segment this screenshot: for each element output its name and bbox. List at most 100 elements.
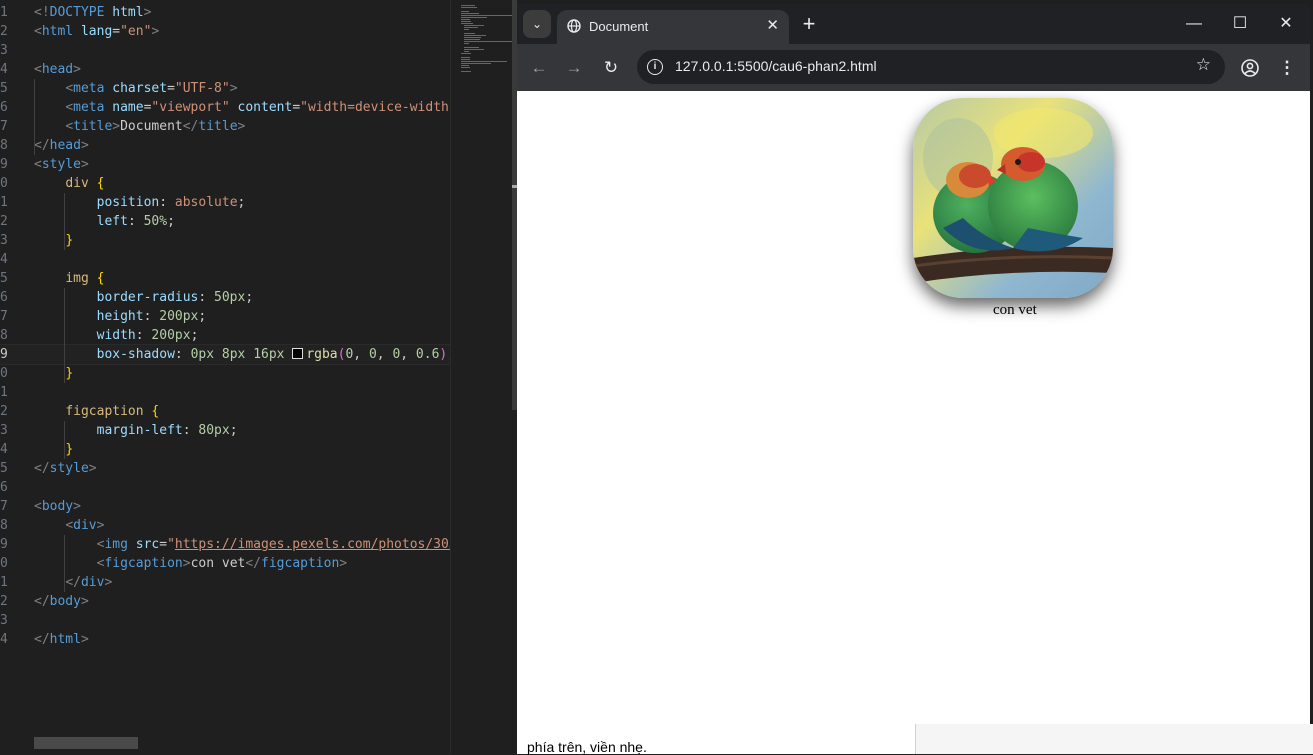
- globe-icon: [567, 19, 581, 33]
- code-editor[interactable]: 1 <!DOCTYPE html> 2 <html lang="en"> 3 4 <head…: [0, 0, 517, 754]
- code-area[interactable]: 1 <!DOCTYPE html> 2 <html lang="en"> 3 4 <head…: [0, 3, 457, 649]
- code-line[interactable]: 0 div {: [0, 174, 450, 193]
- code-line[interactable]: 2 </body>: [0, 592, 450, 611]
- code-line[interactable]: 8 <div>: [0, 516, 450, 535]
- line-number: 7: [0, 309, 8, 324]
- url-text[interactable]: 127.0.0.1:5500/cau6-phan2.html: [675, 58, 877, 74]
- reload-icon[interactable]: ↻: [597, 54, 625, 82]
- code-line[interactable]: 1 position: absolute;: [0, 193, 450, 212]
- page-viewport: con vet: [517, 91, 1310, 724]
- minimap-line: [464, 39, 480, 40]
- code-text: }: [65, 366, 74, 381]
- code-line[interactable]: 5 <meta charset="UTF-8">: [0, 79, 450, 98]
- more-vertical-icon[interactable]: ⋮: [1273, 54, 1301, 82]
- code-line[interactable]: 1: [0, 383, 450, 402]
- code-line[interactable]: 7 <body>: [0, 497, 450, 516]
- code-line[interactable]: 4: [0, 250, 450, 269]
- line-number: 0: [0, 556, 8, 571]
- minimap-line: [461, 71, 471, 72]
- maximize-icon[interactable]: ☐: [1220, 10, 1260, 38]
- line-number: 1: [0, 385, 8, 400]
- arrow-right-icon[interactable]: →: [560, 54, 588, 82]
- code-line[interactable]: 0 <figcaption>con vet</figcaption>: [0, 554, 450, 573]
- code-text: left: 50%;: [96, 214, 175, 229]
- code-line[interactable]: 9 <img src="https://images.pexels.com/ph…: [0, 535, 457, 554]
- code-line[interactable]: 3 }: [0, 231, 450, 250]
- lovebirds-image: [913, 98, 1113, 298]
- browser-window: ⌄ Document ✕ + — ☐ ✕ ← → ↻ i 127.0.0.1:5…: [517, 4, 1310, 724]
- code-line[interactable]: 4 <head>: [0, 60, 450, 79]
- code-text: <style>: [34, 157, 89, 172]
- code-line[interactable]: 1 </div>: [0, 573, 450, 592]
- code-text: width: 200px;: [96, 328, 199, 343]
- info-icon[interactable]: i: [647, 59, 663, 75]
- plus-icon[interactable]: +: [797, 12, 821, 36]
- minimap-line: [461, 67, 470, 68]
- minimap-line: [461, 61, 507, 62]
- code-line[interactable]: 5 img {: [0, 269, 450, 288]
- line-number: 4: [0, 252, 8, 267]
- line-number: 3: [0, 233, 8, 248]
- code-text: </style>: [34, 461, 97, 476]
- line-number: 3: [0, 43, 8, 58]
- figure: con vet: [913, 98, 1113, 319]
- star-icon[interactable]: ☆: [1196, 55, 1211, 75]
- minimize-icon[interactable]: —: [1174, 10, 1214, 38]
- code-line[interactable]: 7 height: 200px;: [0, 307, 450, 326]
- chevron-down-icon[interactable]: ⌄: [523, 10, 551, 38]
- minimap-line: [461, 7, 477, 8]
- code-text: <div>: [65, 518, 105, 533]
- parrot-photo: [913, 98, 1113, 298]
- line-number: 9: [0, 157, 8, 172]
- code-line[interactable]: 6 <meta name="viewport" content="width=d…: [0, 98, 457, 117]
- code-text: figcaption {: [65, 404, 160, 419]
- code-line[interactable]: 2 <html lang="en">: [0, 22, 450, 41]
- minimap-line: [464, 49, 484, 50]
- window-close-icon[interactable]: ✕: [1266, 10, 1306, 38]
- code-line[interactable]: 3: [0, 41, 450, 60]
- code-line[interactable]: 0 }: [0, 364, 450, 383]
- line-number: 3: [0, 613, 8, 628]
- code-text: <meta name="viewport" content="width=dev…: [65, 100, 457, 115]
- indent-guide: [64, 193, 65, 250]
- code-line[interactable]: 8 width: 200px;: [0, 326, 450, 345]
- code-line[interactable]: 9 <style>: [0, 155, 450, 174]
- code-line[interactable]: 3: [0, 611, 450, 630]
- code-text: <figcaption>con vet</figcaption>: [96, 556, 348, 571]
- background-document-text: phía trên, viền nhẹ.: [527, 739, 647, 755]
- code-text: </div>: [65, 575, 113, 590]
- code-line[interactable]: 4 }: [0, 440, 450, 459]
- line-number: 3: [0, 423, 8, 438]
- code-line[interactable]: 3 margin-left: 80px;: [0, 421, 450, 440]
- arrow-left-icon[interactable]: ←: [525, 54, 553, 82]
- code-line[interactable]: 1 <!DOCTYPE html>: [0, 3, 450, 22]
- address-bar[interactable]: i 127.0.0.1:5500/cau6-phan2.html ☆: [637, 50, 1225, 84]
- line-number: 2: [0, 24, 8, 39]
- indent-guide: [64, 421, 65, 459]
- browser-tab[interactable]: Document ✕: [557, 10, 789, 44]
- minimap-line: [464, 47, 479, 48]
- code-line[interactable]: 8 </head>: [0, 136, 450, 155]
- profile-icon[interactable]: [1241, 59, 1259, 77]
- minimap-line: [461, 17, 487, 18]
- background-panel: [916, 724, 1313, 754]
- editor-horizontal-scrollbar[interactable]: [34, 737, 138, 749]
- minimap-line: [464, 35, 486, 36]
- code-line[interactable]: 5 </style>: [0, 459, 450, 478]
- code-line[interactable]: 7 <title>Document</title>: [0, 117, 450, 136]
- line-number: 6: [0, 480, 8, 495]
- line-number: 9: [0, 347, 8, 362]
- minimap-line: [464, 37, 481, 38]
- close-icon[interactable]: ✕: [766, 16, 779, 34]
- line-number: 4: [0, 62, 8, 77]
- background-document: phía trên, viền nhẹ.: [517, 724, 1313, 755]
- code-line[interactable]: 4 </html>: [0, 630, 450, 649]
- minimap[interactable]: [450, 0, 513, 754]
- code-line[interactable]: 2 figcaption {: [0, 402, 450, 421]
- code-line[interactable]: 6 border-radius: 50px;: [0, 288, 450, 307]
- line-number: 8: [0, 328, 8, 343]
- code-line[interactable]: 6: [0, 478, 450, 497]
- indent-guide: [64, 535, 65, 592]
- code-line[interactable]: 9 box-shadow: 0px 8px 16px rgba(0, 0, 0,…: [0, 344, 455, 365]
- code-line[interactable]: 2 left: 50%;: [0, 212, 450, 231]
